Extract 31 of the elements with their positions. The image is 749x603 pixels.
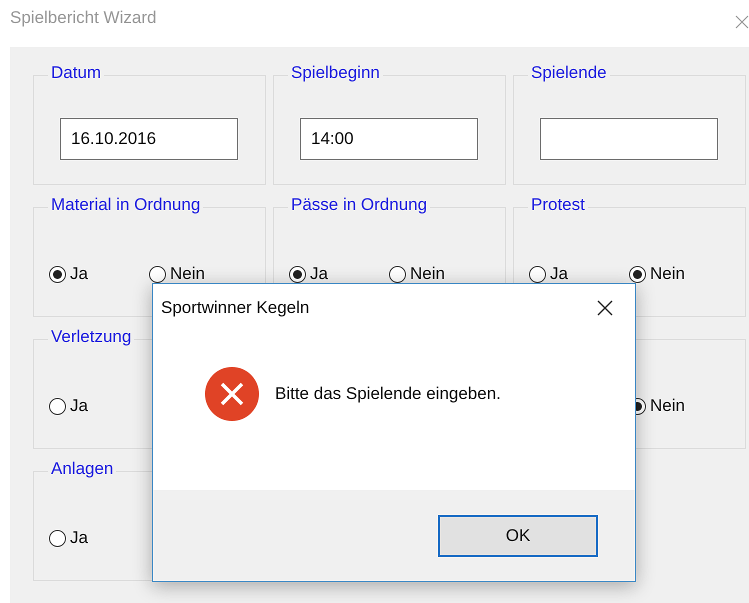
window-title: Spielbericht Wizard: [10, 8, 156, 28]
text-field[interactable]: [540, 118, 718, 160]
close-icon[interactable]: [597, 300, 613, 316]
group-title: Material in Ordnung: [48, 195, 204, 215]
radio-option[interactable]: Nein: [389, 264, 489, 284]
radio-button[interactable]: [49, 398, 66, 414]
radio-option[interactable]: Ja: [529, 264, 629, 284]
dialog-title: Sportwinner Kegeln: [161, 298, 310, 318]
group-title: Spielende: [528, 63, 610, 83]
radio-button[interactable]: [529, 266, 546, 282]
group-title: Verletzung: [48, 327, 134, 347]
radio-button[interactable]: [149, 266, 166, 282]
radio-option[interactable]: Ja: [49, 528, 149, 548]
radio-button[interactable]: [629, 266, 646, 282]
error-icon: [205, 367, 259, 421]
group-title: Spielbeginn: [288, 63, 383, 83]
group-title: Anlagen: [48, 459, 116, 479]
text-field[interactable]: 14:00: [300, 118, 478, 160]
radio-button[interactable]: [389, 266, 406, 282]
radio-button[interactable]: [49, 530, 66, 546]
radio-option[interactable]: Nein: [149, 264, 249, 284]
ok-button[interactable]: OK: [438, 514, 598, 556]
error-message: Bitte das Spielende eingeben.: [275, 384, 501, 404]
radio-button[interactable]: [289, 266, 306, 282]
radio-option[interactable]: Nein: [629, 264, 729, 284]
radio-button[interactable]: [49, 266, 66, 282]
text-field[interactable]: 16.10.2016: [60, 118, 238, 160]
group-title: Pässe in Ordnung: [288, 195, 430, 215]
radio-option[interactable]: Ja: [49, 396, 149, 416]
radio-option[interactable]: Ja: [289, 264, 389, 284]
radio-option[interactable]: Ja: [49, 264, 149, 284]
